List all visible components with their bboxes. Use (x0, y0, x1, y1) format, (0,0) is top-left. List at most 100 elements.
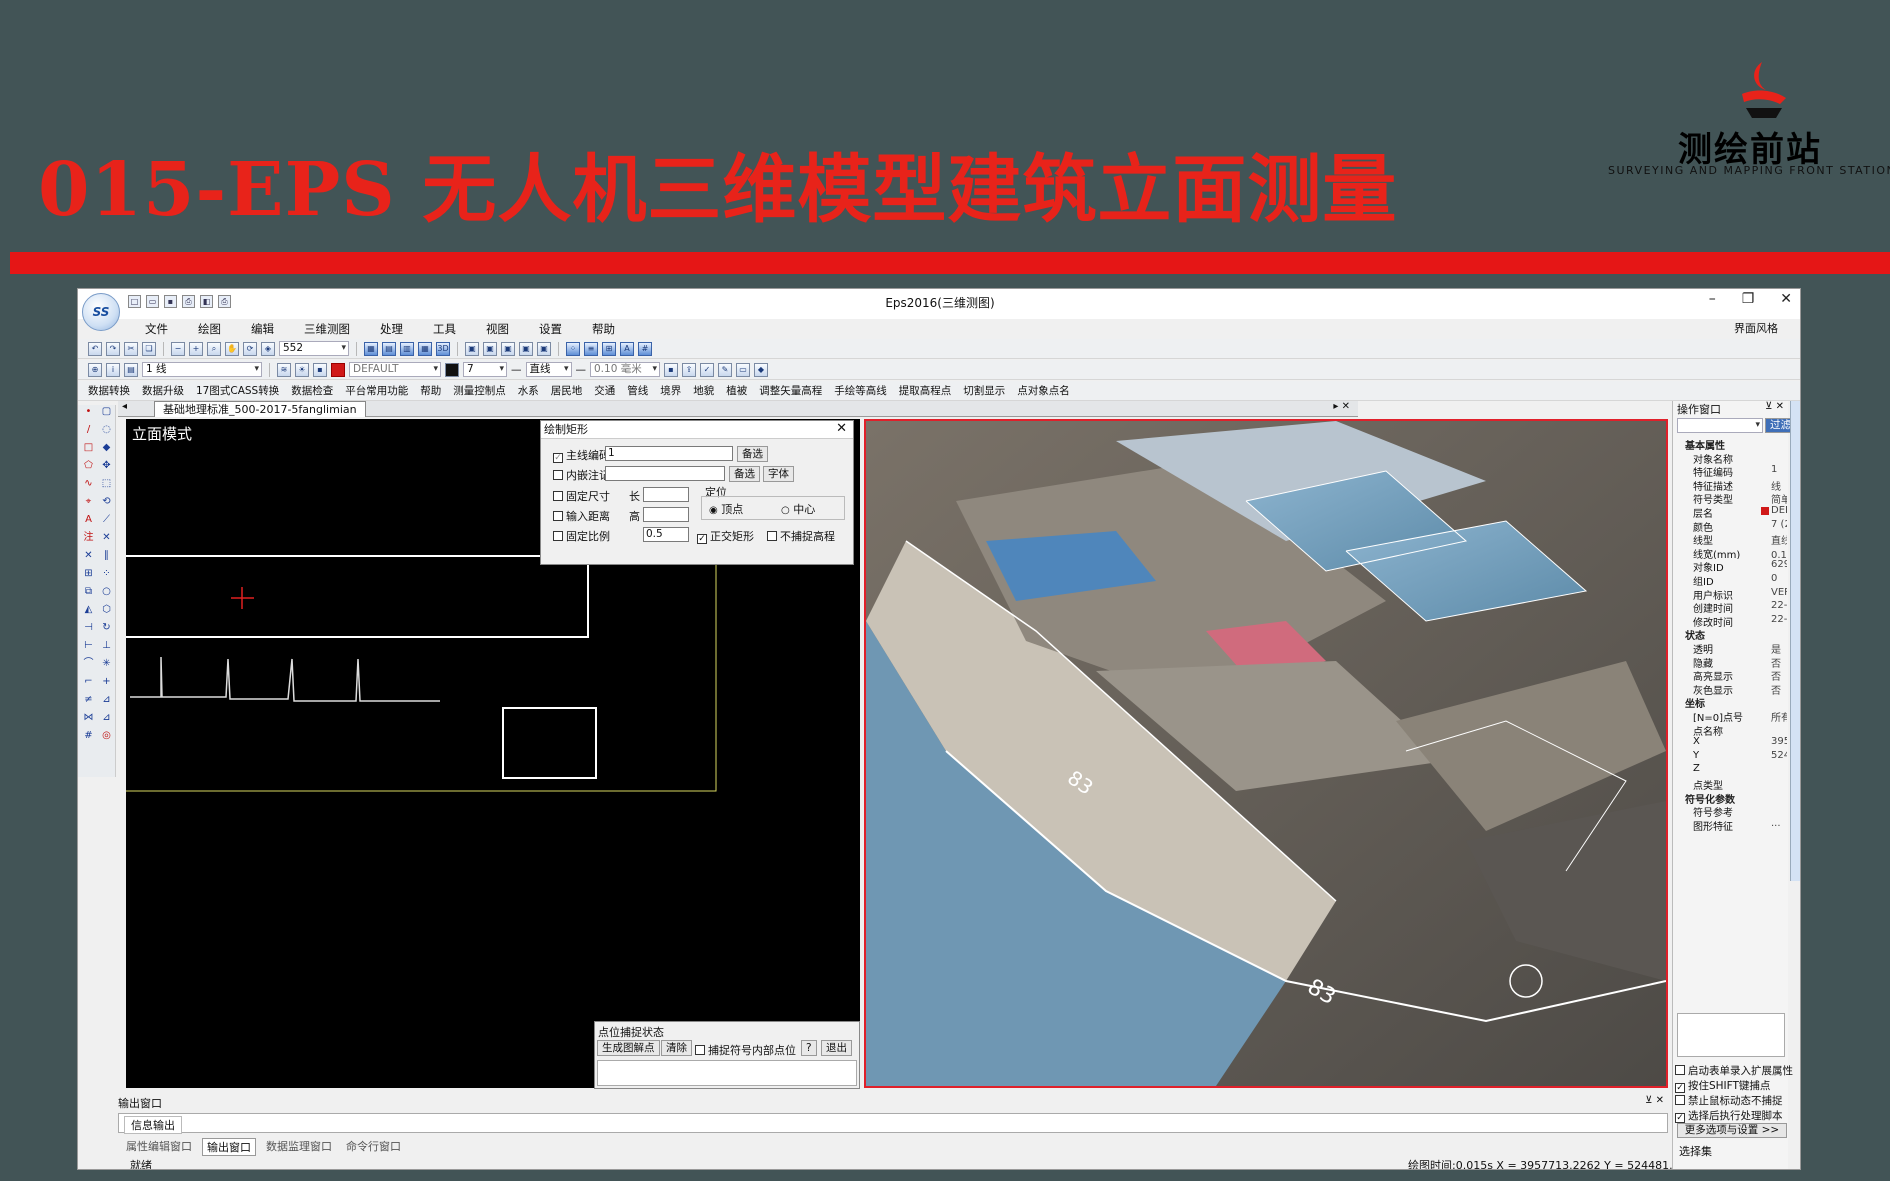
main-code-select[interactable]: 1 (605, 446, 733, 461)
dialog-close-icon[interactable]: ✕ (836, 421, 847, 436)
image-tool-3-icon[interactable]: ▣ (501, 341, 515, 356)
snap-point-icon[interactable]: ⁘ (566, 341, 580, 356)
scale-tool-icon[interactable]: ⊿ (100, 693, 113, 706)
func-extract-elev-point[interactable]: 提取高程点 (899, 383, 952, 398)
lock-icon[interactable]: ▪ (313, 362, 327, 377)
zoom-out-icon[interactable]: − (171, 341, 185, 356)
menu-file[interactable]: 文件 (130, 319, 183, 339)
tab-command-line[interactable]: 命令行窗口 (342, 1138, 405, 1156)
property-row[interactable]: 符号参考 (1675, 804, 1787, 817)
font-button[interactable]: 字体 (763, 466, 794, 482)
menu-tools[interactable]: 工具 (418, 319, 471, 339)
scale-combo[interactable]: 552 (279, 341, 349, 356)
dotted-tool-icon[interactable]: ⁘ (100, 567, 113, 580)
spin-tool-icon[interactable]: ↻ (100, 621, 113, 634)
inner-note-select[interactable] (605, 466, 725, 481)
line-code-combo[interactable]: 1 线 (142, 362, 262, 377)
snap-help-button[interactable]: ? (801, 1040, 817, 1056)
box-select-icon[interactable]: ⬚ (100, 477, 113, 490)
cube-icon[interactable]: ◆ (754, 362, 768, 377)
tab-close-icon[interactable]: ✕ (1342, 401, 1350, 412)
func-point-name[interactable]: 点对象点名 (1017, 383, 1070, 398)
exit-button[interactable]: 退出 (821, 1040, 852, 1056)
func-vegetation[interactable]: 植被 (726, 383, 747, 398)
tab-scroll-left-icon[interactable]: ◂ (122, 401, 127, 412)
document-tab[interactable]: 基础地理标准_500-2017-5fanglimian (154, 401, 366, 417)
output-pin-close-icon[interactable]: ⊻ ✕ (1645, 1095, 1664, 1106)
menu-3d-mapping[interactable]: 三维测图 (289, 319, 365, 339)
circle-tool-icon[interactable]: ○ (100, 585, 113, 598)
open-folder-icon[interactable]: ▭ (146, 295, 159, 308)
group-tool-icon[interactable]: ⊞ (82, 567, 95, 580)
move-tool-icon[interactable]: ✥ (100, 459, 113, 472)
func-platform-common[interactable]: 平台常用功能 (345, 383, 408, 398)
minimize-icon[interactable]: – (1709, 291, 1716, 307)
cut-icon[interactable]: ✂ (124, 341, 138, 356)
property-row[interactable]: 特征描述 线 (1675, 478, 1787, 491)
property-row[interactable]: 符号类型 简单线型(L) (1675, 491, 1787, 504)
property-row[interactable]: 图形特征... (1675, 818, 1787, 831)
func-cass-convert[interactable]: 17图式CASS转换 (196, 383, 279, 398)
menu-view[interactable]: 视图 (471, 319, 524, 339)
property-row[interactable]: 隐藏 否 (1675, 655, 1787, 668)
layer-stack-icon[interactable]: ≋ (277, 362, 291, 377)
save-icon[interactable]: ▪ (164, 295, 177, 308)
property-row[interactable]: 高亮显示 否 (1675, 668, 1787, 681)
cross-tool-icon[interactable]: ✕ (100, 531, 113, 544)
split-view-icon[interactable]: ▥ (400, 341, 414, 356)
option-run-script[interactable]: ✓ 选择后执行处理脚本 (1675, 1108, 1783, 1123)
property-row[interactable]: 透明 是 (1675, 641, 1787, 654)
menu-edit[interactable]: 编辑 (236, 319, 289, 339)
bulb-icon[interactable]: ☀ (295, 362, 309, 377)
monitor-icon[interactable]: ▭ (736, 362, 750, 377)
pan-hand-icon[interactable]: ✋ (225, 341, 239, 356)
vertex-radio[interactable]: ◉ 顶点 (709, 501, 743, 517)
target-tool-icon[interactable]: ◎ (100, 729, 113, 742)
image-tool-5-icon[interactable]: ▣ (537, 341, 551, 356)
orthogonal-rect-checkbox[interactable]: ✓ 正交矩形 (697, 528, 754, 544)
clear-button[interactable]: 清除 (661, 1040, 692, 1056)
undo-icon[interactable]: ↶ (88, 341, 102, 356)
property-row[interactable]: 特征编码 1 (1675, 464, 1787, 477)
main-code-checkbox[interactable]: ✓ 主线编码 (553, 447, 610, 463)
property-row[interactable]: 用户标识 VERT/UwSa9oA... (1675, 587, 1787, 600)
generate-point-button[interactable]: 生成图解点 (597, 1040, 660, 1056)
info-output-tab[interactable]: 信息输出 (124, 1116, 182, 1134)
panel-pin-close-icon[interactable]: ⊻ ✕ (1765, 401, 1784, 412)
color-index-combo[interactable]: 7 (463, 362, 507, 377)
hexagon-tool-icon[interactable]: ⬡ (100, 603, 113, 616)
line-tool-icon[interactable]: / (82, 423, 95, 436)
image-tool-4-icon[interactable]: ▣ (519, 341, 533, 356)
restore-icon[interactable]: ❐ (1742, 291, 1755, 307)
func-hand-contour[interactable]: 手绘等高线 (834, 383, 887, 398)
plus-tool-icon[interactable]: + (100, 675, 113, 688)
property-row[interactable]: 颜色 7 (255,25... (1675, 519, 1787, 532)
more-options-button[interactable]: 更多选项与设置 >> (1677, 1123, 1787, 1138)
new-file-icon[interactable]: □ (128, 295, 141, 308)
grid-view-icon[interactable]: ▦ (364, 341, 378, 356)
snap-line-icon[interactable]: ≡ (584, 341, 598, 356)
menu-process[interactable]: 处理 (365, 319, 418, 339)
func-traffic[interactable]: 交通 (594, 383, 615, 398)
trim-tool-icon[interactable]: ⊣ (82, 621, 95, 634)
property-group[interactable]: 状态 (1675, 627, 1787, 640)
join-tool-icon[interactable]: ⋈ (82, 711, 95, 724)
rect-tool-icon[interactable]: □ (82, 441, 95, 454)
func-boundary[interactable]: 境界 (660, 383, 681, 398)
mirror-tool-icon[interactable]: ◭ (82, 603, 95, 616)
func-water[interactable]: 水系 (518, 383, 539, 398)
export-icon[interactable]: ⇪ (682, 362, 696, 377)
zoom-in-icon[interactable]: + (189, 341, 203, 356)
func-data-upgrade[interactable]: 数据升级 (142, 383, 184, 398)
text-tool-icon[interactable]: A (82, 513, 95, 526)
property-row[interactable]: 创建时间 22-01-03 22:... (1675, 600, 1787, 613)
copy-icon[interactable]: ❏ (142, 341, 156, 356)
tab-data-monitor[interactable]: 数据监理窗口 (262, 1138, 336, 1156)
option-form-attributes[interactable]: 启动表单录入扩展属性 (1675, 1063, 1793, 1078)
property-row[interactable]: 修改时间 22-01-03 22:... (1675, 614, 1787, 627)
property-group[interactable]: 坐标 (1675, 695, 1787, 708)
property-row[interactable]: 组ID 0 (1675, 573, 1787, 586)
3d-model-view[interactable]: 83 83 (864, 419, 1668, 1088)
main-code-select-button[interactable]: 备选 (737, 446, 768, 462)
input-distance-checkbox[interactable]: 输入距离 (553, 508, 610, 524)
